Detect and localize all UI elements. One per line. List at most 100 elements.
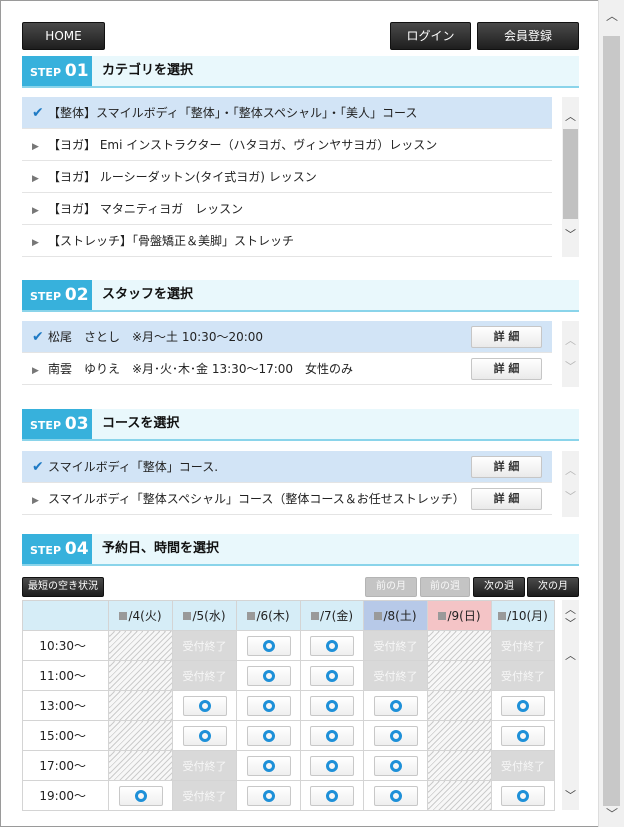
detail-button[interactable]: 詳 細	[471, 488, 542, 510]
chevron-down-icon[interactable]: ﹀	[562, 359, 579, 375]
prev-month-button[interactable]: 前の月	[365, 577, 417, 597]
chevron-up-icon[interactable]: ︿	[562, 648, 579, 664]
circle-icon	[326, 759, 338, 772]
staff-scrollbar[interactable]: ︿ ﹀	[562, 321, 579, 387]
check-icon: ✔	[32, 459, 44, 475]
reserve-slot-button[interactable]	[182, 695, 227, 716]
reserve-slot-button[interactable]	[182, 725, 227, 746]
reserve-slot-button[interactable]	[246, 635, 291, 656]
chevron-down-icon[interactable]: ﹀	[562, 616, 579, 632]
unavailable-slot	[108, 750, 173, 781]
circle-icon	[326, 729, 338, 742]
course-item[interactable]: ✔ スマイルボディ「整体」コース. 詳 細	[22, 451, 552, 483]
unavailable-slot	[108, 720, 173, 751]
circle-icon	[262, 669, 275, 682]
reserve-slot-button[interactable]	[310, 755, 354, 776]
category-item[interactable]: ▶ 【ストレッチ】「骨盤矯正＆美脚」ストレッチ	[22, 225, 552, 257]
chevron-up-icon[interactable]: ︿	[562, 333, 579, 349]
day-header: /7(金)	[300, 600, 364, 631]
circle-icon	[262, 789, 275, 802]
reserve-slot-button[interactable]	[310, 785, 354, 806]
circle-icon	[262, 639, 275, 652]
nearest-availability-button[interactable]: 最短の空き状況	[22, 577, 104, 597]
availability-calendar: /4(火) /5(水) /6(木) /7(金) /8(土) /9(日) /10(…	[22, 600, 555, 811]
chevron-down-icon[interactable]: ﹀	[562, 227, 579, 243]
available-slot	[300, 780, 364, 811]
available-slot	[491, 720, 555, 751]
course-item[interactable]: ▶ スマイルボディ「整体スペシャル」コース（整体コース＆お任せストレッチ）詳 細	[22, 483, 552, 515]
reserve-slot-button[interactable]	[246, 695, 291, 716]
reserve-slot-button[interactable]	[373, 725, 418, 746]
register-button[interactable]: 会員登録	[477, 22, 579, 50]
available-slot	[363, 780, 428, 811]
category-item[interactable]: ▶ 【ヨガ】 マタニティヨガ レッスン	[22, 193, 552, 225]
chevron-down-icon[interactable]: ﹀	[562, 788, 579, 804]
circle-icon	[326, 669, 338, 682]
next-month-button[interactable]: 次の月	[527, 577, 579, 597]
time-slot-row: 15:00～	[22, 720, 555, 751]
category-item[interactable]: ▶ 【ヨガ】 Emi インストラクター（ハタヨガ、ヴィンヤサヨガ）レッスン	[22, 129, 552, 161]
reserve-slot-button[interactable]	[373, 785, 418, 806]
reserve-slot-button[interactable]	[310, 635, 354, 656]
staff-item[interactable]: ▶ 南雲 ゆりえ ※月･火･木･金 13:30～17:00 女性のみ詳 細	[22, 353, 552, 385]
category-item[interactable]: ✔ 【整体】スマイルボディ「整体」・「整体スペシャル」・「美人」コース	[22, 97, 552, 129]
reserve-slot-button[interactable]	[310, 665, 354, 686]
time-label: 15:00～	[22, 720, 109, 751]
login-button[interactable]: ログイン	[390, 22, 471, 50]
time-label: 13:00～	[22, 690, 109, 721]
day-header: /6(木)	[236, 600, 301, 631]
prev-week-button[interactable]: 前の週	[420, 577, 470, 597]
reserve-slot-button[interactable]	[501, 785, 545, 806]
day-header: /4(火)	[108, 600, 173, 631]
category-scrollbar[interactable]: ︿ ﹀	[562, 97, 579, 257]
circle-icon	[389, 759, 402, 772]
available-slot	[300, 630, 364, 661]
reserve-slot-button[interactable]	[501, 725, 545, 746]
reserve-slot-button[interactable]	[373, 695, 418, 716]
reserve-slot-button[interactable]	[246, 665, 291, 686]
time-label: 17:00～	[22, 750, 109, 781]
closed-slot: 受付終了	[491, 630, 555, 661]
step-badge: STEP 03	[22, 409, 92, 439]
next-week-button[interactable]: 次の週	[473, 577, 525, 597]
chevron-down-icon[interactable]: ﹀	[562, 489, 579, 505]
detail-button[interactable]: 詳 細	[471, 326, 542, 348]
reserve-slot-button[interactable]	[310, 695, 354, 716]
reserve-slot-button[interactable]	[310, 725, 354, 746]
staff-item[interactable]: ✔ 松尾 さとし ※月～土 10:30～20:00 詳 細	[22, 321, 552, 353]
page-scrollbar-thumb[interactable]	[603, 36, 620, 806]
reserve-slot-button[interactable]	[246, 785, 291, 806]
chevron-up-icon[interactable]: ︿	[562, 463, 579, 479]
course-scrollbar[interactable]: ︿ ﹀	[562, 451, 579, 517]
reserve-slot-button[interactable]	[501, 695, 545, 716]
check-icon: ✔	[32, 329, 44, 345]
triangle-right-icon: ▶	[32, 142, 39, 152]
time-label: 11:00～	[22, 660, 109, 691]
course-list: ✔ スマイルボディ「整体」コース. 詳 細 ▶ スマイルボディ「整体スペシャル」コース…	[22, 451, 552, 515]
available-slot	[491, 690, 555, 721]
page-scrollbar[interactable]: ︿ ﹀	[598, 0, 624, 827]
unavailable-slot	[427, 690, 492, 721]
closed-slot: 受付終了	[172, 630, 237, 661]
calendar-scrollbar[interactable]: ︿ ﹀ ︿ ﹀	[562, 600, 579, 810]
available-slot	[300, 720, 364, 751]
chevron-down-icon[interactable]: ﹀	[604, 806, 620, 822]
available-slot	[172, 720, 237, 751]
closed-slot: 受付終了	[363, 630, 428, 661]
detail-button[interactable]: 詳 細	[471, 358, 542, 380]
available-slot	[236, 780, 301, 811]
reserve-slot-button[interactable]	[373, 755, 418, 776]
circle-icon	[517, 789, 529, 802]
detail-button[interactable]: 詳 細	[471, 456, 542, 478]
triangle-right-icon: ▶	[32, 496, 39, 506]
reserve-slot-button[interactable]	[246, 755, 291, 776]
category-item[interactable]: ▶ 【ヨガ】 ルーシーダットン(タイ式ヨガ) レッスン	[22, 161, 552, 193]
reserve-slot-button[interactable]	[246, 725, 291, 746]
chevron-up-icon[interactable]: ︿	[562, 109, 579, 125]
scrollbar-thumb[interactable]	[563, 129, 578, 219]
reserve-slot-button[interactable]	[118, 785, 163, 806]
closed-slot: 受付終了	[172, 780, 237, 811]
chevron-up-icon[interactable]: ︿	[604, 8, 620, 24]
home-button[interactable]: HOME	[22, 22, 105, 50]
circle-icon	[389, 699, 402, 712]
